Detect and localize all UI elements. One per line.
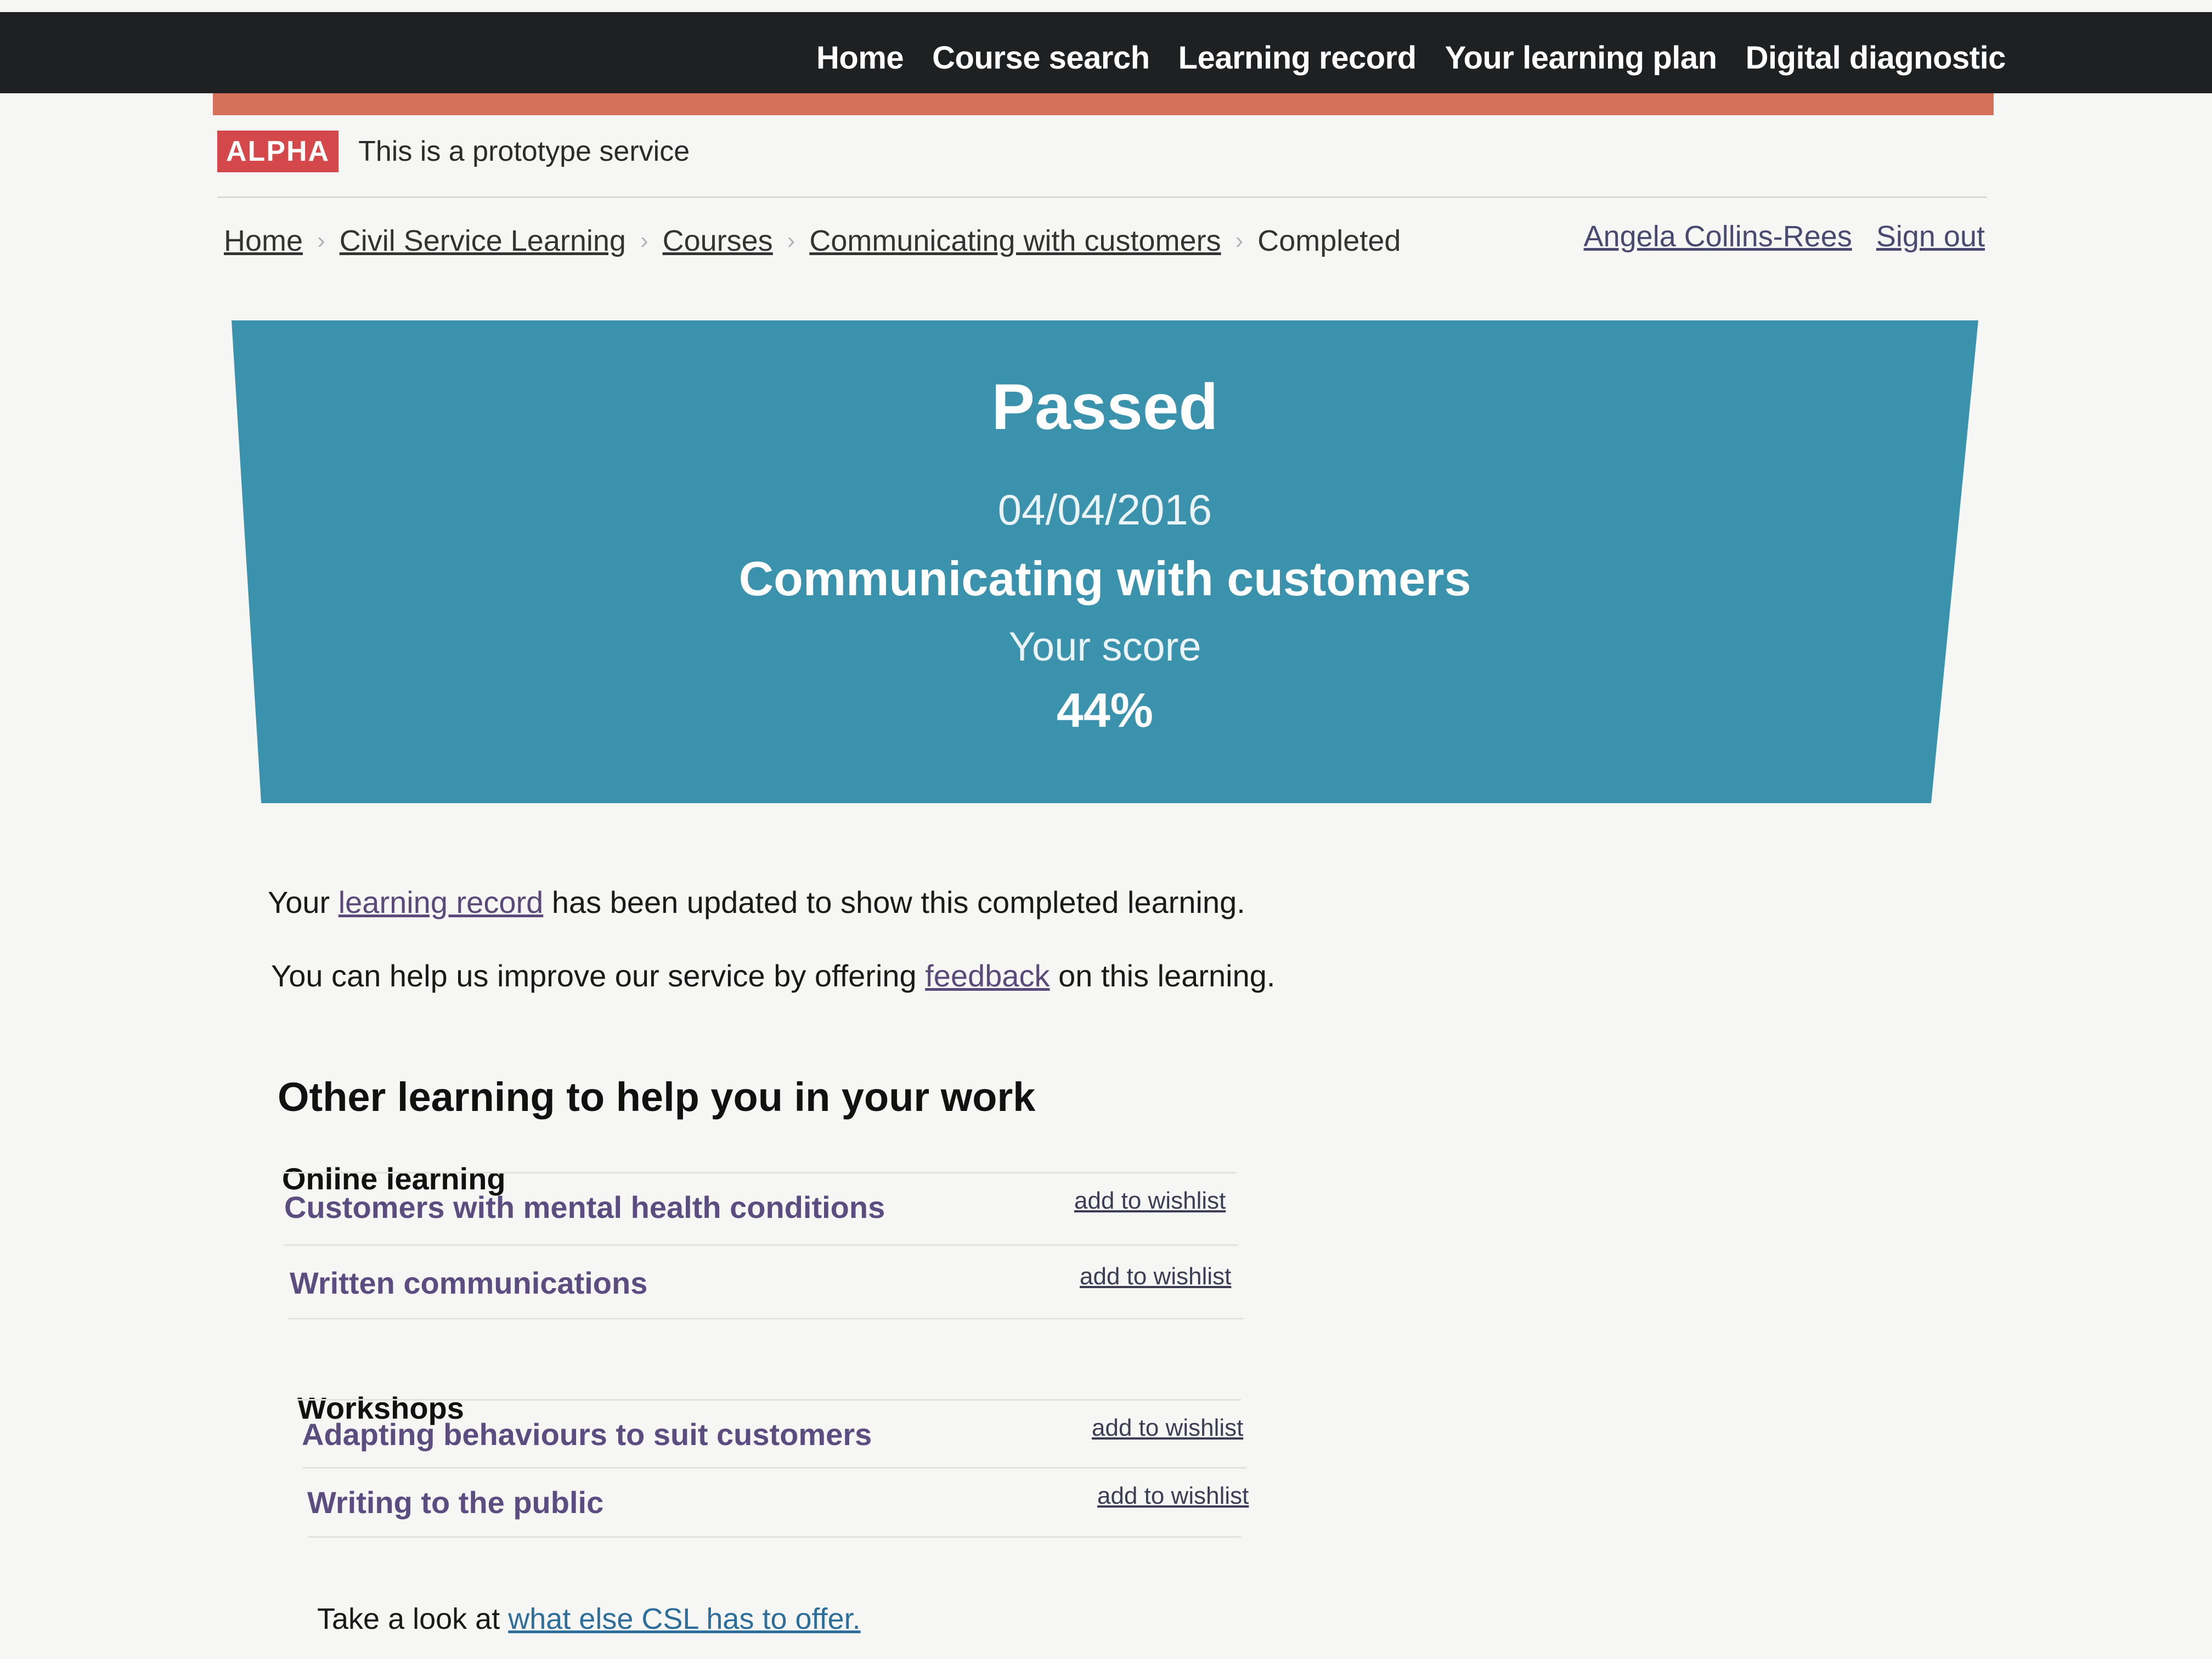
course-link[interactable]: Written communications bbox=[290, 1265, 647, 1301]
record-suffix: has been updated to show this completed … bbox=[543, 885, 1245, 919]
add-to-wishlist-link[interactable]: add to wishlist bbox=[1097, 1482, 1249, 1510]
list-item: Adapting behaviours to suit customers ad… bbox=[302, 1414, 1256, 1466]
sign-out-link[interactable]: Sign out bbox=[1876, 219, 1985, 253]
phase-banner: ALPHA This is a prototype service bbox=[217, 131, 690, 172]
score-value: 44% bbox=[1056, 683, 1154, 737]
chevron-right-icon: › bbox=[317, 227, 325, 254]
nav-digital-diagnostic[interactable]: Digital diagnostic bbox=[1746, 40, 2006, 76]
result-status: Passed bbox=[991, 371, 1218, 443]
divider bbox=[217, 196, 1987, 198]
feedback-suffix: on this learning. bbox=[1049, 958, 1276, 993]
divider bbox=[308, 1536, 1241, 1538]
course-link[interactable]: Adapting behaviours to suit customers bbox=[302, 1417, 872, 1452]
course-link[interactable]: Writing to the public bbox=[307, 1485, 603, 1520]
course-link[interactable]: Customers with mental health conditions bbox=[284, 1189, 885, 1225]
footer-message: Take a look at what else CSL has to offe… bbox=[317, 1602, 861, 1636]
divider bbox=[289, 1318, 1243, 1319]
main-nav: Home Course search Learning record Your … bbox=[816, 40, 2006, 76]
nav-course-search[interactable]: Course search bbox=[932, 40, 1150, 76]
nav-learning-plan[interactable]: Your learning plan bbox=[1445, 40, 1717, 76]
breadcrumb: Home › Civil Service Learning › Courses … bbox=[224, 224, 1401, 258]
breadcrumb-civil-service-learning[interactable]: Civil Service Learning bbox=[340, 224, 626, 258]
result-panel: Passed 04/04/2016 Communicating with cus… bbox=[232, 320, 1978, 803]
chevron-right-icon: › bbox=[640, 227, 648, 254]
result-date: 04/04/2016 bbox=[997, 486, 1212, 534]
record-message: Your learning record has been updated to… bbox=[268, 884, 1245, 920]
score-label: Your score bbox=[1008, 624, 1201, 669]
divider bbox=[284, 1244, 1239, 1246]
header-bar: Home Course search Learning record Your … bbox=[0, 12, 2212, 93]
list-item: Writing to the public add to wishlist bbox=[307, 1482, 1262, 1534]
header-accent-bar bbox=[213, 93, 1994, 115]
divider bbox=[303, 1467, 1246, 1469]
footer-prefix: Take a look at bbox=[317, 1602, 509, 1635]
learning-record-link[interactable]: learning record bbox=[338, 885, 544, 919]
feedback-link[interactable]: feedback bbox=[925, 958, 1049, 993]
other-learning-heading: Other learning to help you in your work bbox=[278, 1074, 1036, 1120]
feedback-message: You can help us improve our service by o… bbox=[271, 958, 1275, 994]
user-links: Angela Collins-Rees Sign out bbox=[1584, 219, 1985, 253]
add-to-wishlist-link[interactable]: add to wishlist bbox=[1092, 1414, 1243, 1442]
breadcrumb-course[interactable]: Communicating with customers bbox=[809, 224, 1221, 258]
chevron-right-icon: › bbox=[1235, 227, 1244, 254]
divider bbox=[297, 1399, 1241, 1401]
page: Home Course search Learning record Your … bbox=[0, 0, 2212, 1659]
record-prefix: Your bbox=[268, 885, 338, 919]
nav-learning-record[interactable]: Learning record bbox=[1178, 40, 1417, 76]
result-course: Communicating with customers bbox=[738, 551, 1471, 606]
divider bbox=[282, 1172, 1237, 1173]
user-name-link[interactable]: Angela Collins-Rees bbox=[1584, 219, 1852, 253]
add-to-wishlist-link[interactable]: add to wishlist bbox=[1074, 1187, 1226, 1215]
feedback-prefix: You can help us improve our service by o… bbox=[271, 958, 926, 993]
breadcrumb-courses[interactable]: Courses bbox=[663, 224, 773, 258]
phase-tag: ALPHA bbox=[217, 131, 339, 172]
phase-text: This is a prototype service bbox=[358, 136, 690, 167]
breadcrumb-home[interactable]: Home bbox=[224, 224, 303, 258]
list-item: Customers with mental health conditions … bbox=[284, 1187, 1239, 1239]
list-item: Written communications add to wishlist bbox=[290, 1263, 1244, 1314]
add-to-wishlist-link[interactable]: add to wishlist bbox=[1080, 1263, 1231, 1290]
breadcrumb-current: Completed bbox=[1257, 224, 1401, 257]
chevron-right-icon: › bbox=[787, 227, 795, 254]
nav-home[interactable]: Home bbox=[816, 40, 904, 76]
csl-offer-link[interactable]: what else CSL has to offer. bbox=[508, 1602, 860, 1635]
